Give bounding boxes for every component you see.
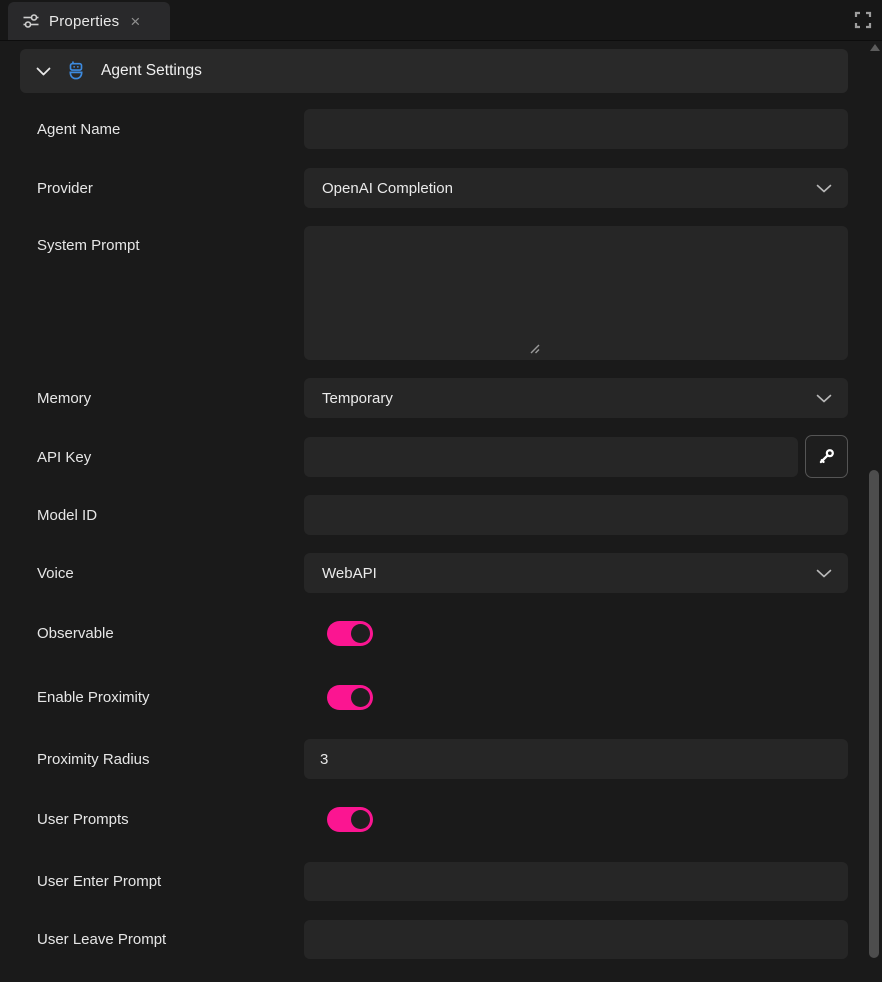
user-prompts-label: User Prompts	[37, 811, 129, 828]
field-row-memory: Memory Temporary	[0, 378, 848, 418]
proximity-radius-label: Proximity Radius	[37, 751, 150, 768]
toggle-knob	[351, 624, 370, 643]
model-id-label: Model ID	[37, 507, 97, 524]
user-enter-prompt-input[interactable]	[304, 862, 848, 901]
user-enter-prompt-label: User Enter Prompt	[37, 873, 161, 890]
field-row-user-leave-prompt: User Leave Prompt	[0, 920, 848, 959]
voice-select[interactable]: WebAPI	[304, 553, 848, 593]
voice-label: Voice	[37, 565, 74, 582]
field-row-api-key: API Key	[0, 437, 848, 477]
field-row-agent-name: Agent Name	[0, 109, 848, 149]
vertical-scrollbar	[868, 40, 881, 982]
enable-proximity-label: Enable Proximity	[37, 689, 150, 706]
close-icon[interactable]: ×	[130, 13, 140, 30]
api-key-button[interactable]	[805, 435, 848, 478]
field-row-observable: Observable	[0, 621, 848, 646]
field-row-user-prompts: User Prompts	[0, 807, 848, 832]
field-row-model-id: Model ID	[0, 495, 848, 535]
scrollbar-thumb[interactable]	[869, 470, 879, 958]
chevron-down-icon	[816, 184, 832, 193]
agent-name-label: Agent Name	[37, 121, 120, 138]
properties-content: Agent Settings Agent Name Provider OpenA…	[0, 40, 882, 982]
chevron-down-icon	[36, 67, 51, 76]
model-id-input[interactable]	[304, 495, 848, 535]
memory-label: Memory	[37, 390, 91, 407]
expand-icon[interactable]	[854, 11, 872, 29]
memory-value: Temporary	[322, 390, 393, 407]
field-row-user-enter-prompt: User Enter Prompt	[0, 862, 848, 901]
robot-icon	[65, 60, 87, 82]
section-title: Agent Settings	[101, 62, 202, 80]
user-leave-prompt-input[interactable]	[304, 920, 848, 959]
proximity-radius-input[interactable]	[304, 739, 848, 779]
toggle-knob	[351, 688, 370, 707]
user-leave-prompt-label: User Leave Prompt	[37, 931, 166, 948]
user-prompts-toggle[interactable]	[327, 807, 373, 832]
agent-name-input[interactable]	[304, 109, 848, 149]
observable-label: Observable	[37, 625, 114, 642]
voice-value: WebAPI	[322, 565, 377, 582]
scroll-up-arrow-icon[interactable]	[870, 44, 880, 51]
provider-select[interactable]: OpenAI Completion	[304, 168, 848, 208]
sliders-icon	[22, 12, 40, 30]
api-key-label: API Key	[37, 449, 91, 466]
tab-title: Properties	[49, 13, 119, 30]
chevron-down-icon	[816, 569, 832, 578]
field-row-voice: Voice WebAPI	[0, 553, 848, 593]
tab-properties[interactable]: Properties ×	[8, 2, 170, 40]
section-header-agent-settings[interactable]: Agent Settings	[20, 49, 848, 93]
enable-proximity-toggle[interactable]	[327, 685, 373, 710]
system-prompt-textarea[interactable]	[304, 226, 848, 360]
tab-bar: Properties ×	[0, 0, 882, 40]
system-prompt-label: System Prompt	[37, 237, 140, 254]
toggle-knob	[351, 810, 370, 829]
field-row-enable-proximity: Enable Proximity	[0, 685, 848, 710]
field-row-provider: Provider OpenAI Completion	[0, 168, 848, 208]
observable-toggle[interactable]	[327, 621, 373, 646]
properties-panel: Properties × Agent Setti	[0, 0, 882, 982]
api-key-input[interactable]	[304, 437, 798, 477]
field-row-proximity-radius: Proximity Radius	[0, 739, 848, 779]
field-row-system-prompt: System Prompt	[0, 226, 848, 360]
provider-value: OpenAI Completion	[322, 180, 453, 197]
key-icon	[816, 446, 837, 467]
chevron-down-icon	[816, 394, 832, 403]
memory-select[interactable]: Temporary	[304, 378, 848, 418]
provider-label: Provider	[37, 180, 93, 197]
